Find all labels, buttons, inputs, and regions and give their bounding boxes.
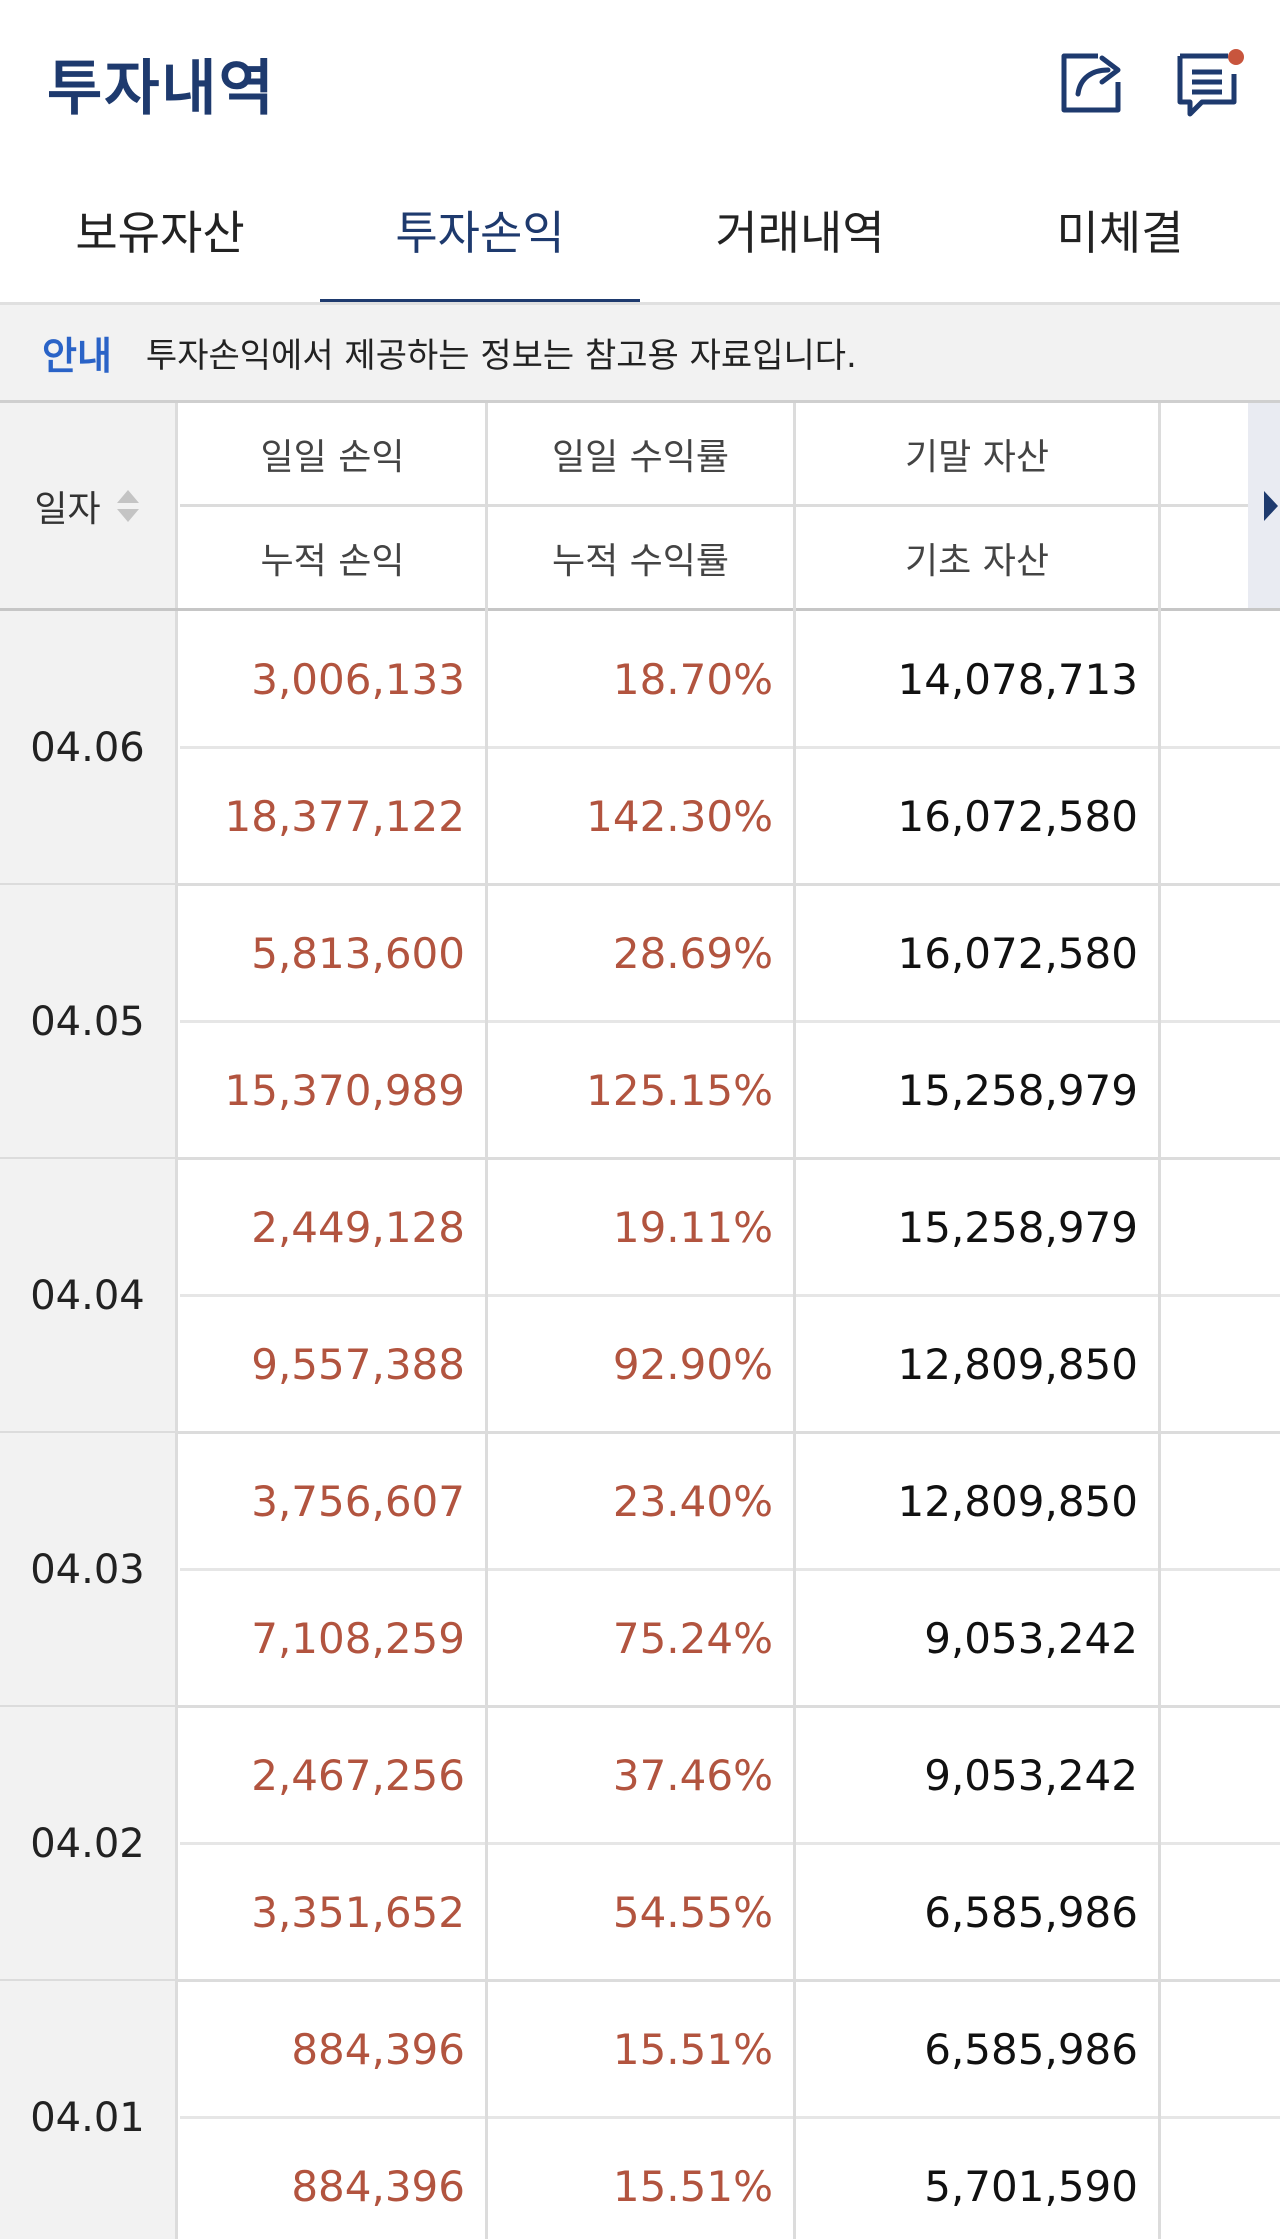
notice-banner: 안내 투자손익에서 제공하는 정보는 참고용 자료입니다. [0,305,1280,403]
cum-pl-value: 884,396 [291,2162,465,2211]
date-cell: 04.05 [0,885,178,1159]
row-mid-divider [180,1294,1280,1297]
tab-transactions[interactable]: 거래내역 [640,165,960,305]
notice-tag: 안내 [42,334,112,378]
cum-rate-value: 92.90% [612,1340,773,1389]
sort-icon[interactable] [115,488,141,524]
triangle-right-icon [1264,491,1278,521]
profit-loss-table: 일자 일일 손익 일일 수익률 기말 자산 누적 손익 누적 수익률 기초 자산… [0,403,1280,2239]
daily-pl-value: 2,467,256 [251,1751,465,1800]
daily-pl-value: 2,449,128 [251,1203,465,1252]
cum-pl-value: 3,351,652 [251,1888,465,1937]
row-mid-divider [180,746,1280,749]
tab-holdings[interactable]: 보유자산 [0,165,320,305]
begin-asset-value: 9,053,242 [924,1614,1138,1663]
begin-asset-value: 6,585,986 [924,1888,1138,1937]
cum-pl-value: 18,377,122 [224,792,465,841]
begin-asset-value: 16,072,580 [897,792,1138,841]
begin-asset-value: 5,701,590 [924,2162,1138,2211]
end-asset-value: 16,072,580 [897,929,1138,978]
cum-pl-value: 9,557,388 [251,1340,465,1389]
header-daily-pl: 일일 손익 [180,403,485,504]
daily-rate-value: 15.51% [612,2025,773,2074]
daily-pl-value: 3,756,607 [251,1477,465,1526]
end-asset-value: 12,809,850 [897,1477,1138,1526]
notice-text: 투자손익에서 제공하는 정보는 참고용 자료입니다. [145,336,857,376]
date-cell: 04.01 [0,1981,178,2239]
date-cell: 04.02 [0,1707,178,1981]
row-mid-divider [180,1842,1280,1845]
daily-rate-value: 18.70% [612,655,773,704]
cum-pl-value: 15,370,989 [224,1066,465,1115]
page-title: 투자내역 [47,54,276,124]
app-header: 투자내역 [0,0,1280,165]
row-mid-divider [180,2116,1280,2119]
date-cell: 04.03 [0,1433,178,1707]
daily-pl-value: 884,396 [291,2025,465,2074]
cum-rate-value: 75.24% [612,1614,773,1663]
cum-rate-value: 125.15% [586,1066,773,1115]
date-header-label: 일자 [34,489,101,530]
header-mid-divider [180,504,1248,507]
cum-rate-value: 54.55% [612,1888,773,1937]
end-asset-value: 15,258,979 [897,1203,1138,1252]
daily-rate-value: 19.11% [612,1203,773,1252]
daily-rate-value: 37.46% [612,1751,773,1800]
daily-pl-value: 5,813,600 [251,929,465,978]
date-cell: 04.04 [0,1159,178,1433]
share-icon[interactable] [1058,48,1128,118]
end-asset-value: 9,053,242 [924,1751,1138,1800]
header-begin-asset: 기초 자산 [796,507,1158,609]
daily-pl-value: 3,006,133 [251,655,465,704]
header-daily-rate: 일일 수익률 [488,403,793,504]
end-asset-value: 6,585,986 [924,2025,1138,2074]
cum-rate-value: 142.30% [586,792,773,841]
header-cum-pl: 누적 손익 [180,507,485,609]
tab-bar: 보유자산 투자손익 거래내역 미체결 [0,165,1280,305]
begin-asset-value: 12,809,850 [897,1340,1138,1389]
col-divider [485,403,488,2239]
row-mid-divider [180,1568,1280,1571]
memo-icon[interactable] [1176,48,1246,118]
begin-asset-value: 15,258,979 [897,1066,1138,1115]
end-asset-value: 14,078,713 [897,655,1138,704]
scroll-right-button[interactable] [1248,403,1280,609]
tab-profit-loss[interactable]: 투자손익 [320,165,640,305]
date-column-header[interactable]: 일자 [0,403,178,609]
header-bottom-divider [0,608,1280,611]
header-end-asset: 기말 자산 [796,403,1158,504]
col-divider [1158,403,1161,2239]
daily-rate-value: 28.69% [612,929,773,978]
row-mid-divider [180,1020,1280,1023]
header-cum-rate: 누적 수익률 [488,507,793,609]
notification-dot [1228,49,1244,65]
col-divider [793,403,796,2239]
tab-unfilled[interactable]: 미체결 [960,165,1280,305]
daily-rate-value: 23.40% [612,1477,773,1526]
date-cell: 04.06 [0,611,178,885]
cum-pl-value: 7,108,259 [251,1614,465,1663]
cum-rate-value: 15.51% [612,2162,773,2211]
